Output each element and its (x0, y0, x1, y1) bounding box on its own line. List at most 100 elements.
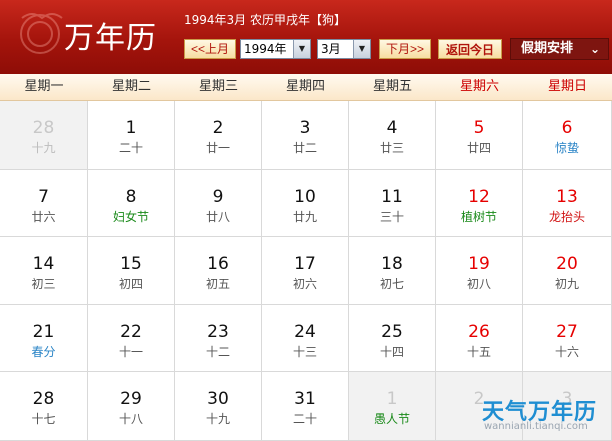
solar-day: 8 (125, 187, 137, 207)
day-cell[interactable]: 28 十九 (0, 101, 88, 170)
lunar-day: 初四 (118, 277, 143, 291)
weekday-label: 星期日 (547, 79, 587, 94)
day-cell[interactable]: 3 廿二 (262, 101, 349, 170)
day-cell[interactable]: 9 廿八 (175, 170, 262, 237)
lunar-day: 廿二 (292, 141, 317, 155)
solar-day: 1 (386, 389, 398, 409)
day-cell[interactable]: 7 廿六 (0, 170, 88, 237)
day-cell[interactable]: 19 初八 (436, 237, 523, 305)
day-cell[interactable]: 26 十五 (436, 305, 523, 372)
lunar-day: 廿九 (292, 210, 317, 224)
day-cell[interactable]: 13 龙抬头 (523, 170, 612, 237)
solar-day: 5 (473, 118, 485, 138)
lunar-day: 初三 (31, 277, 56, 291)
lunar-day: 十七 (31, 412, 56, 426)
solar-day: 11 (381, 187, 403, 207)
app-header: 万年历 1994年3月 农历甲戌年【狗】 <<上月 1994年 ▼ 3月 ▼ 下… (0, 0, 612, 74)
day-cell[interactable]: 12 植树节 (436, 170, 523, 237)
weekday-label: 星期三 (198, 79, 238, 94)
weekday-label: 星期四 (285, 79, 325, 94)
weekday-label: 星期五 (372, 79, 412, 94)
day-cell[interactable]: 27 十六 (523, 305, 612, 372)
day-cell[interactable]: 28 十七 (0, 372, 88, 441)
holiday-schedule-dropdown[interactable]: 假期安排 ⌄ (510, 38, 609, 60)
lunar-day: 初七 (379, 277, 404, 291)
solar-day: 22 (120, 322, 142, 342)
solar-day: 15 (120, 254, 142, 274)
chevron-down-icon: ⌄ (589, 42, 600, 56)
year-select[interactable]: 1994年 ▼ (240, 39, 311, 59)
day-cell[interactable]: 14 初三 (0, 237, 88, 305)
day-cell[interactable]: 29 十八 (88, 372, 175, 441)
next-month-button[interactable]: 下月>> (379, 39, 431, 59)
day-cell[interactable]: 1 二十 (88, 101, 175, 170)
solar-day: 23 (207, 322, 229, 342)
solar-day: 31 (294, 389, 316, 409)
day-cell[interactable]: 21 春分 (0, 305, 88, 372)
lunar-day: 十二 (205, 345, 230, 359)
chevron-down-icon[interactable]: ▼ (353, 40, 370, 58)
day-cell[interactable]: 11 三十 (349, 170, 436, 237)
solar-day: 21 (32, 322, 55, 342)
solar-day: 25 (381, 322, 403, 342)
solar-day: 2 (212, 118, 224, 138)
lunar-day: 十九 (31, 141, 56, 155)
lunar-day: 二十 (118, 141, 143, 155)
chevron-down-icon[interactable]: ▼ (293, 40, 310, 58)
solar-day: 29 (120, 389, 142, 409)
lunar-day: 十三 (292, 345, 317, 359)
day-cell[interactable]: 18 初七 (349, 237, 436, 305)
today-button[interactable]: 返回今日 (438, 39, 502, 59)
day-cell[interactable]: 8 妇女节 (88, 170, 175, 237)
day-cell[interactable]: 20 初九 (523, 237, 612, 305)
lunar-day: 初六 (292, 277, 317, 291)
day-cell[interactable]: 31 二十 (262, 372, 349, 441)
watermark: 天气万年历 wannianli.tianqi.com (482, 394, 608, 438)
solar-day: 9 (212, 187, 224, 207)
day-cell[interactable]: 25 十四 (349, 305, 436, 372)
day-cell[interactable]: 22 十一 (88, 305, 175, 372)
solar-day: 30 (207, 389, 229, 409)
lunar-day: 廿六 (31, 210, 56, 224)
day-cell[interactable]: 17 初六 (262, 237, 349, 305)
solar-day: 17 (294, 254, 316, 274)
lunar-day: 二十 (292, 412, 317, 426)
lunar-day: 初九 (554, 277, 579, 291)
weekday-label: 星期六 (459, 79, 499, 94)
lunar-day: 十一 (118, 345, 143, 359)
day-cell[interactable]: 4 廿三 (349, 101, 436, 170)
solar-day: 13 (556, 187, 578, 207)
lunar-day: 廿一 (205, 141, 230, 155)
day-cell[interactable]: 6 惊蛰 (523, 101, 612, 170)
solar-day: 7 (38, 187, 49, 207)
weekday-label: 星期一 (24, 79, 64, 94)
festival-label: 妇女节 (112, 210, 149, 224)
solar-day: 28 (32, 118, 55, 138)
solar-day: 4 (386, 118, 398, 138)
festival-label: 愚人节 (373, 412, 410, 426)
day-cell[interactable]: 30 十九 (175, 372, 262, 441)
solar-term-label: 春分 (31, 345, 56, 359)
solar-day: 6 (561, 118, 573, 138)
day-cell[interactable]: 1 愚人节 (349, 372, 436, 441)
prev-month-button[interactable]: <<上月 (184, 39, 236, 59)
solar-day: 14 (32, 254, 55, 274)
weekday-label: 星期二 (111, 79, 151, 94)
day-cell[interactable]: 5 廿四 (436, 101, 523, 170)
solar-day: 3 (299, 118, 311, 138)
day-cell[interactable]: 24 十三 (262, 305, 349, 372)
app-title: 万年历 (64, 21, 157, 56)
solar-day: 27 (556, 322, 578, 342)
solar-day: 1 (125, 118, 137, 138)
lunar-day: 初五 (205, 277, 230, 291)
day-cell[interactable]: 15 初四 (88, 237, 175, 305)
day-cell[interactable]: 23 十二 (175, 305, 262, 372)
day-cell[interactable]: 16 初五 (175, 237, 262, 305)
day-cell[interactable]: 2 廿一 (175, 101, 262, 170)
solar-day: 19 (468, 254, 490, 274)
holiday-schedule-label: 假期安排 (521, 41, 574, 56)
watermark-url: wannianli.tianqi.com (484, 421, 588, 432)
month-select[interactable]: 3月 ▼ (317, 39, 371, 59)
lunar-day: 廿三 (379, 141, 404, 155)
day-cell[interactable]: 10 廿九 (262, 170, 349, 237)
